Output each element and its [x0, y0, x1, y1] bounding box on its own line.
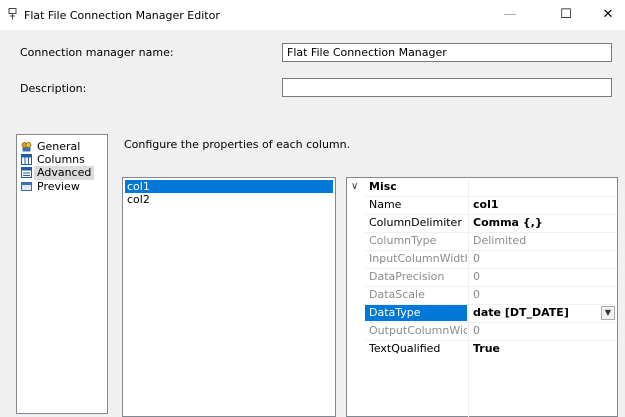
property-name: OutputColumnWidth [369, 324, 467, 337]
property-row-inputcolumnwidth[interactable]: InputColumnWidth 0 [365, 250, 617, 267]
property-name: Name [369, 198, 402, 211]
property-value: 0 [473, 252, 480, 265]
property-name: DataScale [369, 288, 425, 301]
nav-item-columns[interactable]: Columns [21, 153, 107, 167]
chevron-down-icon[interactable]: ∨ [351, 179, 358, 195]
column-list[interactable]: col1 col2 [122, 177, 336, 417]
nav-item-advanced[interactable]: Advanced [21, 166, 107, 180]
property-name: InputColumnWidth [369, 252, 467, 265]
close-button[interactable]: ✕ [591, 0, 625, 30]
title-bar: Flat File Connection Manager Editor — ☐ … [0, 0, 625, 30]
property-name: ColumnDelimiter [369, 216, 462, 229]
property-value[interactable]: Comma {,} [469, 215, 615, 231]
property-row-columntype[interactable]: ColumnType Delimited [365, 232, 617, 249]
property-value[interactable]: col1 [469, 197, 615, 213]
property-value[interactable]: date [DT_DATE] [469, 305, 615, 321]
property-row-name[interactable]: Name col1 [365, 196, 617, 213]
instruction-text: Configure the properties of each column. [124, 138, 351, 151]
window-title: Flat File Connection Manager Editor [24, 9, 220, 22]
general-icon [21, 142, 32, 152]
property-value: 0 [473, 288, 480, 301]
property-value: Delimited [473, 234, 527, 247]
connection-name-label: Connection manager name: [20, 46, 174, 59]
nav-label-general: General [37, 140, 81, 153]
columns-icon [21, 154, 32, 165]
nav-label-advanced: Advanced [34, 166, 95, 180]
advanced-icon [21, 167, 32, 178]
page-navigation: General Columns Advanced Preview [16, 134, 108, 414]
category-label: Misc [369, 180, 397, 193]
nav-item-preview[interactable]: Preview [21, 180, 107, 194]
property-grid[interactable]: ∨ Misc Name col1 ColumnDelimiter Comma {… [346, 177, 618, 417]
property-row-datascale[interactable]: DataScale 0 [365, 286, 617, 303]
property-row-outputcolumnwidth[interactable]: OutputColumnWidth 0 [365, 322, 617, 339]
property-row-columndelimiter[interactable]: ColumnDelimiter Comma {,} [365, 214, 617, 231]
property-row-datatype[interactable]: DataType date [DT_DATE] ▼ [365, 304, 617, 321]
list-item-col2[interactable]: col2 [125, 193, 333, 206]
nav-item-general[interactable]: General [21, 140, 107, 154]
property-row-dataprecision[interactable]: DataPrecision 0 [365, 268, 617, 285]
preview-icon [21, 182, 32, 191]
connection-name-input[interactable]: Flat File Connection Manager [282, 43, 612, 62]
property-name: DataType [365, 305, 467, 321]
list-item-col1[interactable]: col1 [125, 180, 333, 193]
nav-label-preview: Preview [37, 180, 80, 193]
description-label: Description: [20, 82, 87, 95]
dropdown-arrow-icon[interactable]: ▼ [601, 306, 615, 320]
property-value: 0 [473, 324, 480, 337]
property-name: TextQualified [369, 342, 441, 355]
property-name: ColumnType [369, 234, 437, 247]
category-misc[interactable]: ∨ Misc [347, 179, 617, 195]
nav-label-columns: Columns [37, 153, 85, 166]
app-icon [8, 8, 17, 20]
property-value: 0 [473, 270, 480, 283]
property-value[interactable]: True [469, 341, 615, 357]
property-name: DataPrecision [369, 270, 445, 283]
property-row-textqualified[interactable]: TextQualified True [365, 340, 617, 357]
description-input[interactable] [282, 78, 612, 97]
minimize-button[interactable]: — [488, 0, 532, 30]
maximize-button[interactable]: ☐ [544, 0, 588, 30]
